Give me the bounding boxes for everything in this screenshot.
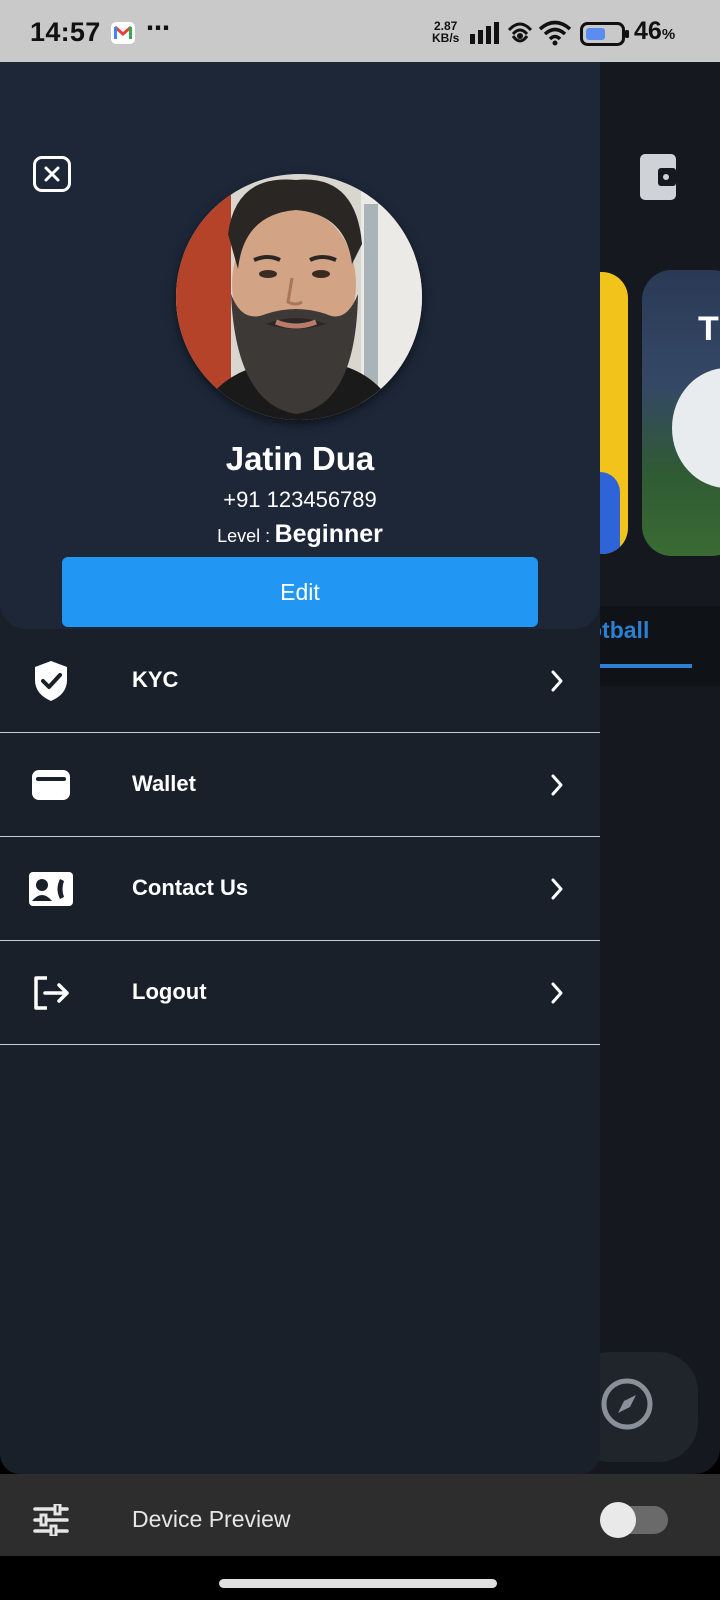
menu-item-label: Contact Us <box>132 875 249 900</box>
hotspot-icon <box>506 20 534 51</box>
gmail-icon <box>111 22 135 44</box>
menu-item-contact-us[interactable]: Contact Us <box>0 837 600 941</box>
chevron-right-icon <box>550 877 564 906</box>
edit-profile-button[interactable]: Edit <box>62 557 538 627</box>
menu-item-label: Logout <box>132 979 207 1004</box>
profile-name: Jatin Dua <box>225 440 375 477</box>
battery-percent: 46% <box>634 17 676 45</box>
chevron-right-icon <box>550 669 564 698</box>
close-button[interactable] <box>33 156 71 192</box>
toggle-knob[interactable] <box>600 1502 636 1538</box>
wifi-icon <box>538 20 572 51</box>
battery-icon <box>580 22 630 51</box>
sliders-icon <box>33 1502 69 1541</box>
profile-level: Level : Beginner <box>0 520 600 549</box>
compass-icon <box>600 1377 654 1436</box>
level-label: Level : <box>217 526 271 546</box>
status-time: 14:57 <box>30 17 101 47</box>
signal-icon <box>470 22 500 49</box>
device-preview-label: Device Preview <box>132 1506 291 1532</box>
close-icon <box>44 166 60 182</box>
menu-item-label: KYC <box>132 667 179 692</box>
shield-check-icon <box>28 659 74 703</box>
profile-phone: +91 123456789 <box>223 487 377 512</box>
system-nav-area <box>0 1556 720 1600</box>
logout-icon <box>28 971 74 1015</box>
home-gesture-handle[interactable] <box>219 1579 497 1588</box>
menu-item-label: Wallet <box>132 771 196 796</box>
navigation-drawer: Jatin Dua +91 123456789 Level : Beginner… <box>0 62 600 1474</box>
chevron-right-icon <box>550 773 564 802</box>
profile-header: Jatin Dua +91 123456789 Level : Beginner… <box>0 62 600 629</box>
level-value: Beginner <box>274 520 383 548</box>
avatar[interactable] <box>176 174 422 420</box>
menu-item-logout[interactable]: Logout <box>0 941 600 1045</box>
more-notifications-icon: ⋯ <box>146 15 171 42</box>
wallet-icon <box>28 763 74 807</box>
contact-card-icon <box>28 867 74 911</box>
drawer-menu: KYC Wallet Contact Us Logout <box>0 629 600 1045</box>
game-card[interactable]: T <box>642 270 720 556</box>
wallet-icon[interactable] <box>640 154 678 205</box>
network-speed: 2.87 KB/s <box>432 19 460 45</box>
menu-item-wallet[interactable]: Wallet <box>0 733 600 837</box>
menu-item-kyc[interactable]: KYC <box>0 629 600 733</box>
tab-indicator <box>598 664 692 668</box>
chevron-right-icon <box>550 981 564 1010</box>
status-bar: 14:57 ⋯ 2.87 KB/s 46% <box>0 0 720 62</box>
